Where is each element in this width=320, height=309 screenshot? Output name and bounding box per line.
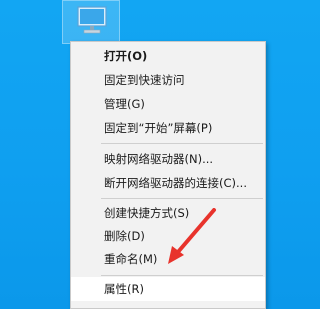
- desktop: 打开(O) 固定到快速访问 管理(G) 固定到“开始”屏幕(P) 映射网络驱动器…: [0, 0, 266, 309]
- menu-item-label: 属性(R): [104, 282, 144, 296]
- menu-item-label: 映射网络驱动器(N)...: [104, 152, 214, 166]
- menu-item-label: 删除(D): [104, 229, 145, 243]
- this-pc-desktop-icon[interactable]: [62, 0, 120, 44]
- context-menu: 打开(O) 固定到快速访问 管理(G) 固定到“开始”屏幕(P) 映射网络驱动器…: [70, 41, 266, 309]
- menu-separator: [101, 143, 263, 144]
- menu-item-label: 管理(G): [104, 97, 145, 111]
- menu-item-open[interactable]: 打开(O): [71, 44, 265, 68]
- menu-item-manage[interactable]: 管理(G): [71, 92, 265, 116]
- menu-item-pin-quick-access[interactable]: 固定到快速访问: [71, 68, 265, 92]
- monitor-icon: [77, 6, 107, 34]
- menu-separator: [101, 198, 263, 199]
- menu-separator: [101, 275, 263, 276]
- menu-item-label: 重命名(M): [104, 252, 158, 266]
- menu-item-label: 固定到“开始”屏幕(P): [104, 121, 213, 135]
- menu-item-properties[interactable]: 属性(R): [71, 277, 265, 301]
- menu-item-disconnect-network-drive[interactable]: 断开网络驱动器的连接(C)...: [71, 171, 265, 195]
- menu-item-map-network-drive[interactable]: 映射网络驱动器(N)...: [71, 147, 265, 171]
- red-arrow-icon: [168, 208, 216, 264]
- menu-item-pin-start[interactable]: 固定到“开始”屏幕(P): [71, 116, 265, 140]
- menu-item-label: 固定到快速访问: [104, 73, 185, 87]
- menu-item-label: 打开(O): [104, 49, 148, 63]
- menu-item-label: 断开网络驱动器的连接(C)...: [104, 176, 247, 190]
